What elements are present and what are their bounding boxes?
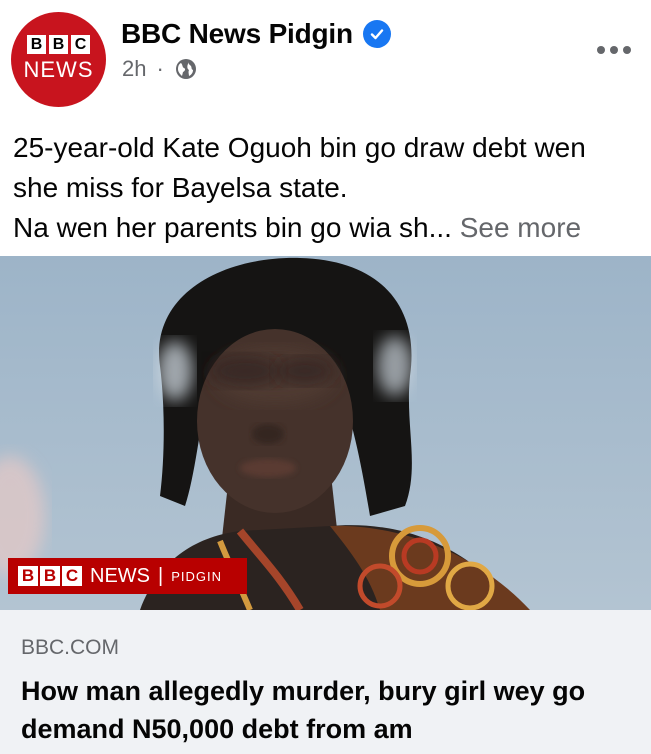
post-timestamp[interactable]: 2h	[122, 56, 146, 82]
page-name-link[interactable]: BBC News Pidgin	[121, 18, 391, 50]
bbc-news-pidgin-logo: B B C NEWS | PIDGIN	[8, 558, 247, 594]
link-card[interactable]: BBC.COM How man allegedly murder, bury g…	[0, 610, 651, 754]
news-photo	[0, 256, 651, 610]
overlay-logo-block: B	[18, 566, 38, 586]
more-options-icon[interactable]	[597, 46, 631, 54]
more-dot	[610, 46, 618, 54]
post-body-text: 25-year-old Kate Oguoh bin go draw debt …	[13, 128, 643, 248]
post-header: B B C NEWS BBC News Pidgin 2h ·	[0, 0, 651, 112]
logo-block: B	[27, 34, 46, 54]
post-text-line: Na wen her parents bin go wia sh...	[13, 212, 452, 243]
globe-icon[interactable]	[174, 57, 198, 81]
link-domain: BBC.COM	[21, 636, 120, 659]
overlay-logo-blocks: B B C	[18, 566, 82, 586]
post-text-line: she miss for Bayelsa state.	[13, 172, 348, 203]
overlay-news-text: NEWS	[90, 564, 150, 587]
post-text-line: 25-year-old Kate Oguoh bin go draw debt …	[13, 132, 586, 163]
logo-news-text: NEWS	[23, 56, 94, 82]
more-dot	[597, 46, 605, 54]
more-dot	[623, 46, 631, 54]
overlay-divider: |	[158, 564, 164, 587]
overlay-logo-block: B	[40, 566, 60, 586]
overlay-pidgin-text: PIDGIN	[171, 568, 222, 584]
link-headline[interactable]: How man allegedly murder, bury girl wey …	[21, 672, 641, 748]
page-name[interactable]: BBC News Pidgin	[121, 18, 353, 50]
see-more-link[interactable]: See more	[460, 212, 581, 243]
page-avatar[interactable]: B B C NEWS	[11, 12, 106, 107]
post-meta: 2h ·	[122, 56, 198, 82]
overlay-logo-block: C	[62, 566, 82, 586]
logo-block: B	[49, 34, 68, 54]
meta-separator: ·	[156, 56, 164, 81]
post-text-line-last: Na wen her parents bin go wia sh... See …	[13, 208, 643, 248]
link-preview-image[interactable]: B B C NEWS | PIDGIN	[0, 256, 651, 610]
verified-badge-icon	[362, 20, 391, 48]
bbc-logo-blocks: B B C	[27, 34, 90, 54]
logo-block: C	[71, 34, 90, 54]
